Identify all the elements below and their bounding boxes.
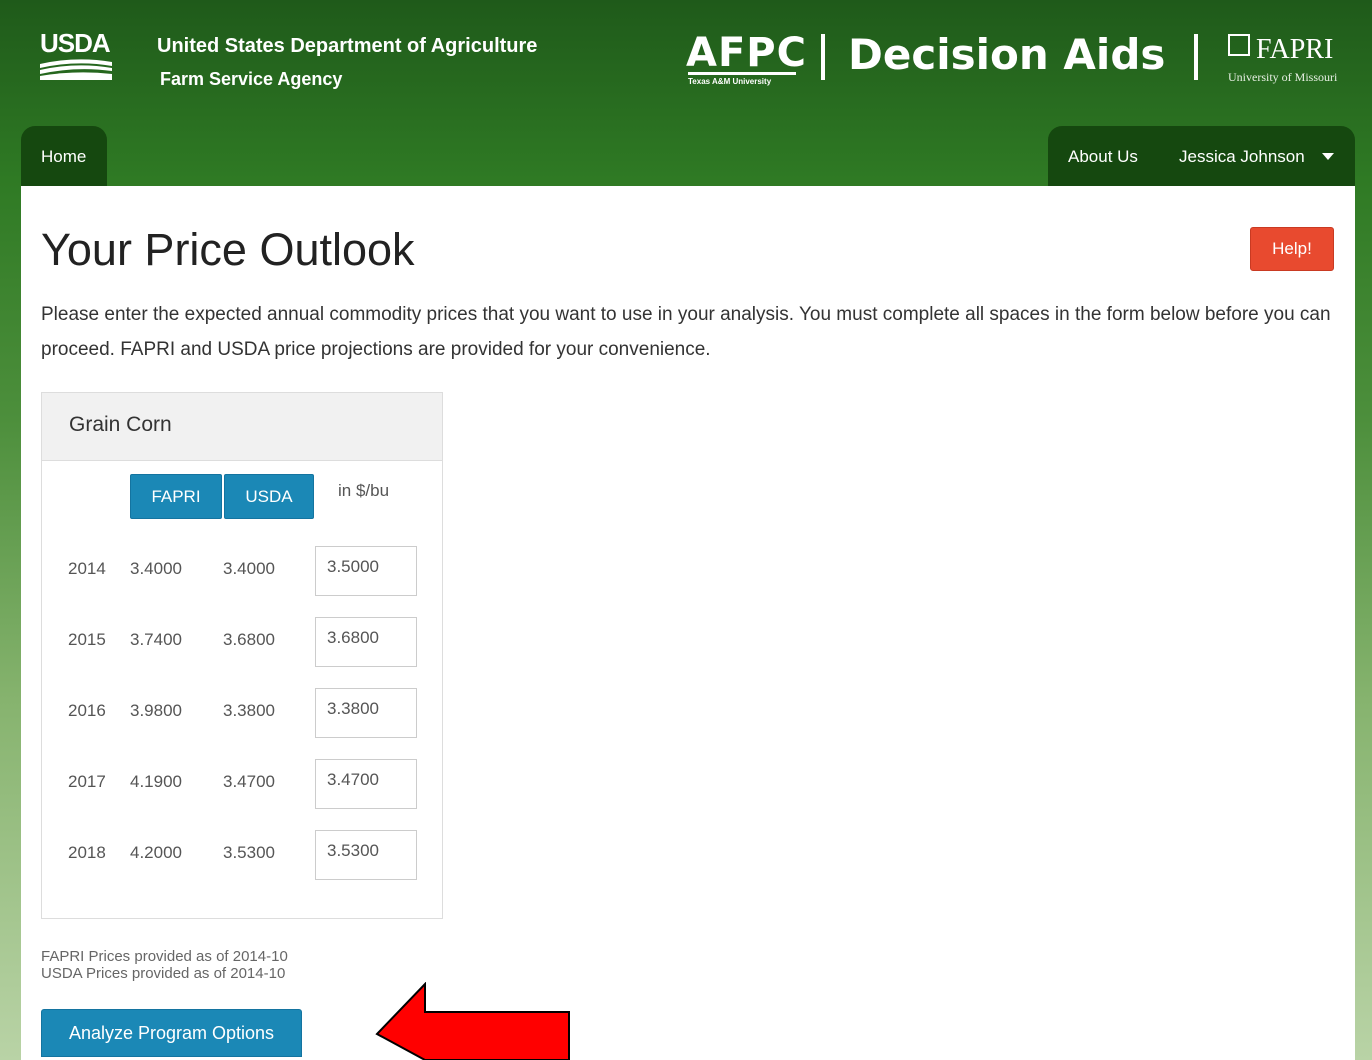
price-input[interactable]: 3.4700 xyxy=(315,759,417,809)
year-cell: 2015 xyxy=(68,630,106,649)
price-input[interactable]: 3.5300 xyxy=(315,830,417,880)
fapri-logo-text: FAPRI xyxy=(1256,34,1334,65)
user-menu[interactable]: Jessica Johnson xyxy=(1179,147,1305,167)
price-source-note: FAPRI Prices provided as of 2014-10 USDA… xyxy=(41,948,288,982)
page-title: Your Price Outlook xyxy=(41,224,415,275)
table-row: 2016 3.9800 3.3800 3.3800 xyxy=(42,688,442,757)
mizzou-shield-icon xyxy=(1228,34,1250,56)
nav-right-group: About Us Jessica Johnson xyxy=(1048,126,1355,186)
nav-home[interactable]: Home xyxy=(21,126,107,186)
usda-price-cell: 3.3800 xyxy=(223,701,275,720)
commodity-panel: Grain Corn FAPRI USDA in $/bu 2014 3.400… xyxy=(41,392,443,919)
fapri-price-cell: 3.4000 xyxy=(130,559,182,578)
chevron-down-icon[interactable] xyxy=(1322,153,1334,160)
site-header: USDA United States Department of Agricul… xyxy=(0,0,1372,120)
fapri-button[interactable]: FAPRI xyxy=(130,474,222,519)
help-button[interactable]: Help! xyxy=(1250,227,1334,271)
afpc-subtitle: Texas A&M University xyxy=(688,77,772,86)
usda-button[interactable]: USDA xyxy=(224,474,314,519)
nav-home-label: Home xyxy=(41,147,87,166)
panel-title: Grain Corn xyxy=(69,413,172,436)
price-input[interactable]: 3.3800 xyxy=(315,688,417,738)
header-divider xyxy=(1194,34,1198,80)
unit-label: in $/bu xyxy=(338,481,390,500)
price-input[interactable]: 3.5000 xyxy=(315,546,417,596)
afpc-logo-underline xyxy=(688,72,796,75)
usda-price-cell: 3.5300 xyxy=(223,843,275,862)
table-row: 2015 3.7400 3.6800 3.6800 xyxy=(42,617,442,686)
usda-price-cell: 3.6800 xyxy=(223,630,275,649)
fapri-price-cell: 3.7400 xyxy=(130,630,182,649)
table-row: 2014 3.4000 3.4000 3.5000 xyxy=(42,546,442,615)
afpc-logo[interactable]: AFPC xyxy=(686,30,807,76)
nav-about-us[interactable]: About Us xyxy=(1068,147,1138,167)
usda-price-cell: 3.4000 xyxy=(223,559,275,578)
red-arrow-annotation-icon xyxy=(375,982,570,1060)
year-cell: 2016 xyxy=(68,701,106,720)
analyze-program-options-button[interactable]: Analyze Program Options xyxy=(41,1009,302,1057)
agency-name: Farm Service Agency xyxy=(160,69,343,89)
main-nav: Home About Us Jessica Johnson xyxy=(21,126,1355,186)
table-row: 2017 4.1900 3.4700 3.4700 xyxy=(42,759,442,828)
fapri-asof-text: FAPRI Prices provided as of 2014-10 xyxy=(41,948,288,965)
header-divider xyxy=(821,34,825,80)
year-cell: 2018 xyxy=(68,843,106,862)
fapri-price-cell: 4.2000 xyxy=(130,843,182,862)
intro-text: Please enter the expected annual commodi… xyxy=(41,304,1331,360)
usda-logo[interactable]: USDA xyxy=(40,28,111,59)
price-input[interactable]: 3.6800 xyxy=(315,617,417,667)
table-row: 2018 4.2000 3.5300 3.5300 xyxy=(42,830,442,899)
usda-price-cell: 3.4700 xyxy=(223,772,275,791)
department-title: United States Department of Agriculture xyxy=(157,35,538,57)
fapri-subtitle: University of Missouri xyxy=(1228,70,1338,84)
fapri-price-cell: 3.9800 xyxy=(130,701,182,720)
app-title: Decision Aids xyxy=(848,30,1166,79)
usda-asof-text: USDA Prices provided as of 2014-10 xyxy=(41,965,286,982)
fapri-logo[interactable]: FAPRI xyxy=(1228,34,1333,66)
year-cell: 2014 xyxy=(68,559,106,578)
fapri-price-cell: 4.1900 xyxy=(130,772,182,791)
main-content: Your Price Outlook Help! Please enter th… xyxy=(21,186,1355,1060)
panel-header: Grain Corn xyxy=(42,393,442,461)
usda-swoosh-icon xyxy=(40,59,112,80)
year-cell: 2017 xyxy=(68,772,106,791)
